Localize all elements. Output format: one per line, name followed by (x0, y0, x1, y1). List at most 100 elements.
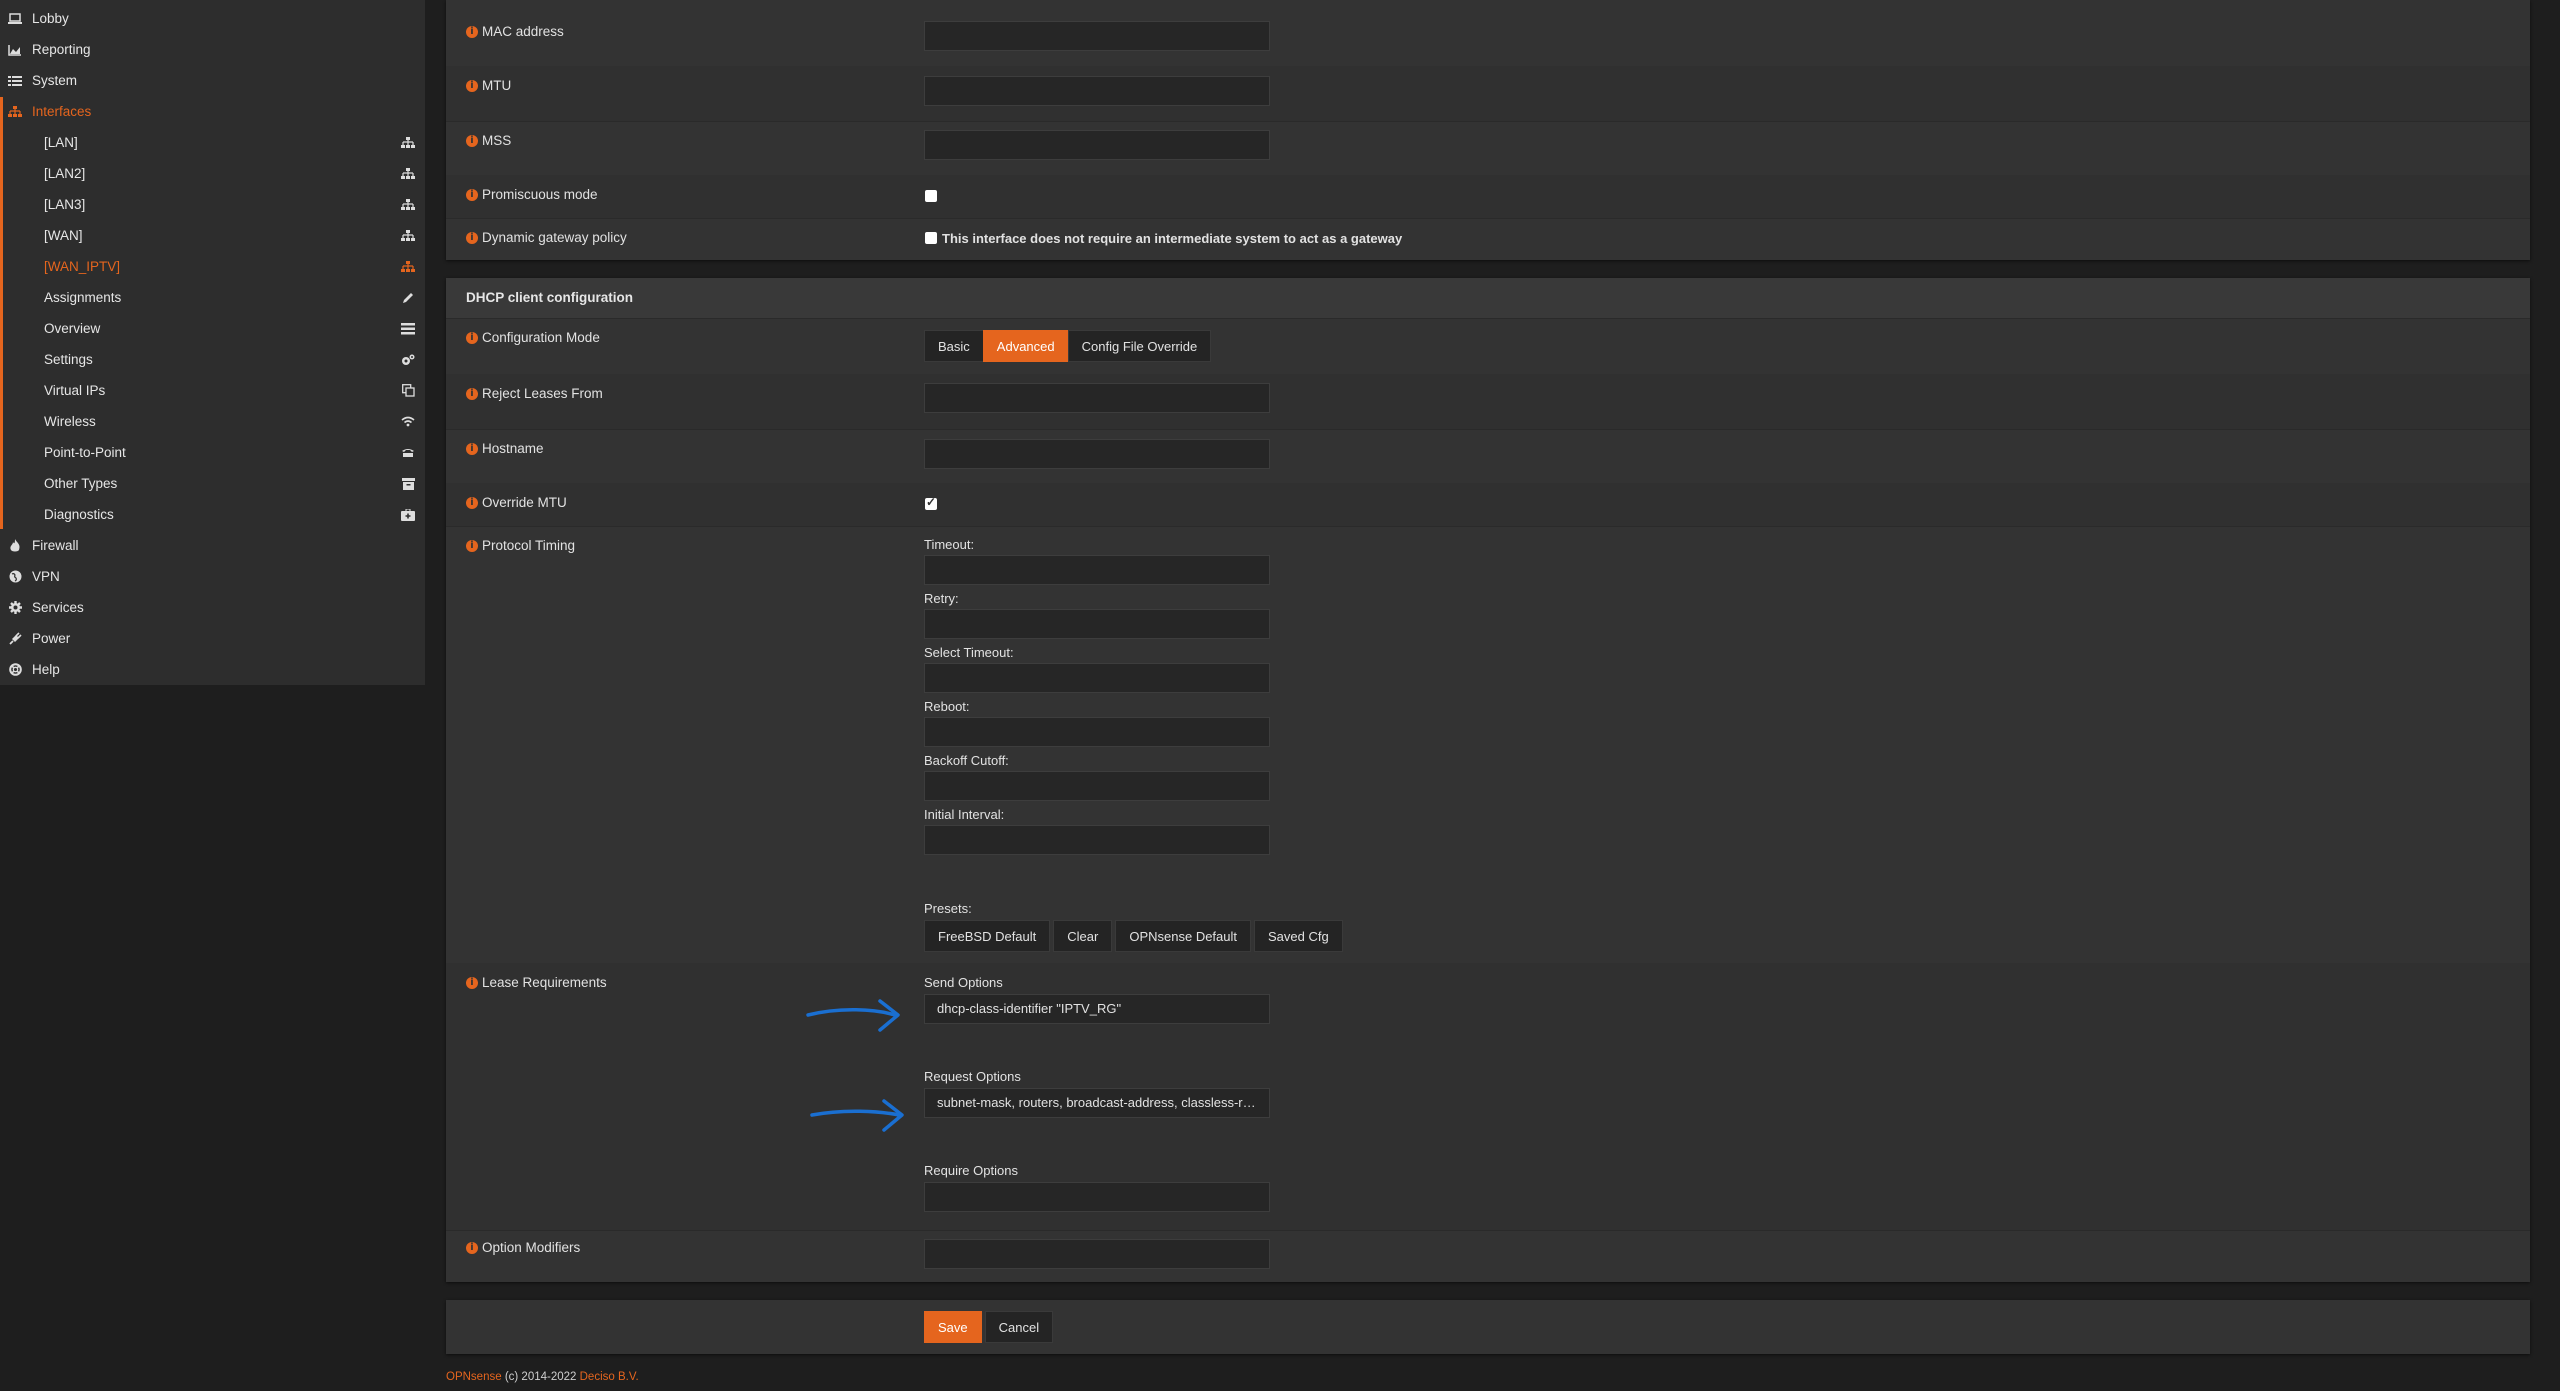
info-icon[interactable]: i (466, 539, 478, 552)
nav-vpn[interactable]: VPN (0, 561, 425, 592)
medkit-icon (398, 505, 418, 525)
promiscuous-checkbox[interactable] (925, 190, 937, 202)
preset-saved-cfg-button[interactable]: Saved Cfg (1254, 920, 1343, 952)
preset-opnsense-default-button[interactable]: OPNsense Default (1115, 920, 1252, 952)
mac-address-row: i MAC address (446, 0, 2530, 67)
footer: OPNsense (c) 2014-2022 Deciso B.V. (446, 1371, 639, 1383)
info-icon[interactable]: i (466, 188, 478, 201)
preset-freebsd-default-button[interactable]: FreeBSD Default (924, 920, 1051, 952)
promiscuous-label: i Promiscuous mode (466, 187, 598, 202)
nav-reporting[interactable]: Reporting (0, 34, 425, 65)
life-ring-icon (6, 661, 24, 679)
nav-interfaces[interactable]: Interfaces (0, 96, 425, 127)
override-mtu-checkbox[interactable] (925, 495, 937, 510)
nav-firewall[interactable]: Firewall (0, 530, 425, 561)
footer-brand-link[interactable]: OPNsense (446, 1371, 502, 1383)
info-icon[interactable]: i (466, 1241, 478, 1254)
sidebar-item-wan-iptv[interactable]: [WAN_IPTV] (0, 251, 425, 282)
mac-address-label: i MAC address (466, 24, 564, 39)
nav-system-label: System (32, 73, 78, 88)
sitemap-icon (398, 195, 418, 215)
info-icon[interactable]: i (466, 134, 478, 147)
select-timeout-input[interactable] (924, 663, 1270, 693)
sidebar-item-other-types[interactable]: Other Types (0, 468, 425, 499)
sidebar-item-overview[interactable]: Overview (0, 313, 425, 344)
info-icon[interactable]: i (466, 442, 478, 455)
sidebar-item-point-to-point[interactable]: Point-to-Point (0, 437, 425, 468)
annotation-arrow-send-options (806, 999, 900, 1032)
sidebar-item-label: Settings (44, 352, 93, 367)
request-options-input[interactable]: subnet-mask, routers, broadcast-address,… (924, 1088, 1270, 1118)
mtu-input[interactable] (924, 76, 1270, 106)
option-modifiers-input[interactable] (924, 1239, 1270, 1269)
retry-label: Retry: (924, 591, 959, 606)
reboot-label: Reboot: (924, 699, 970, 714)
mac-address-input[interactable] (924, 21, 1270, 51)
sidebar-item-wan[interactable]: [WAN] (0, 220, 425, 251)
nav-services[interactable]: Services (0, 592, 425, 623)
retry-input[interactable] (924, 609, 1270, 639)
info-icon[interactable]: i (466, 976, 478, 989)
timeout-input[interactable] (924, 555, 1270, 585)
info-icon[interactable]: i (466, 231, 478, 244)
cancel-button[interactable]: Cancel (984, 1311, 1054, 1343)
mode-basic-button[interactable]: Basic (924, 330, 984, 362)
cogs-icon (398, 350, 418, 370)
footer-company-link[interactable]: Deciso B.V. (580, 1371, 639, 1383)
sidebar-item-lan2[interactable]: [LAN2] (0, 158, 425, 189)
send-options-input[interactable]: dhcp-class-identifier "IPTV_RG" (924, 994, 1270, 1024)
nav-help[interactable]: Help (0, 654, 425, 685)
initial-interval-input[interactable] (924, 825, 1270, 855)
general-config-panel: i MAC address i MTU i MSS i Promiscuous mode… (446, 0, 2530, 260)
reject-leases-label: i Reject Leases From (466, 386, 603, 401)
sidebar-item-lan[interactable]: [LAN] (0, 127, 425, 158)
reboot-input[interactable] (924, 717, 1270, 747)
hostname-row: i Hostname (446, 429, 2530, 484)
select-timeout-label: Select Timeout: (924, 645, 1014, 660)
option-modifiers-label: i Option Modifiers (466, 1240, 580, 1255)
preset-clear-button[interactable]: Clear (1053, 920, 1113, 952)
mode-config-file-override-button[interactable]: Config File Override (1067, 330, 1212, 362)
sidebar-item-label: Point-to-Point (44, 445, 126, 460)
save-button[interactable]: Save (924, 1311, 982, 1343)
footer-copyright: (c) 2014-2022 (504, 1371, 577, 1383)
nav-vpn-label: VPN (32, 569, 60, 584)
sidebar-item-label: [LAN3] (44, 197, 86, 212)
globe-icon (6, 568, 24, 586)
info-icon[interactable]: i (466, 496, 478, 509)
pencil-icon (398, 288, 418, 308)
sidebar-item-virtual-ips[interactable]: Virtual IPs (0, 375, 425, 406)
sidebar-item-diagnostics[interactable]: Diagnostics (0, 499, 425, 530)
sidebar-item-settings[interactable]: Settings (0, 344, 425, 375)
sitemap-icon (6, 103, 24, 121)
info-icon[interactable]: i (466, 79, 478, 92)
nav-services-label: Services (32, 600, 84, 615)
backoff-cutoff-input[interactable] (924, 771, 1270, 801)
nav-system[interactable]: System (0, 65, 425, 96)
hostname-input[interactable] (924, 439, 1270, 469)
info-icon[interactable]: i (466, 25, 478, 38)
sidebar-item-label: Virtual IPs (44, 383, 106, 398)
list-icon (6, 72, 24, 90)
archive-icon (398, 474, 418, 494)
reject-leases-input[interactable] (924, 383, 1270, 413)
sidebar-item-label: [WAN_IPTV] (44, 259, 121, 274)
mtu-row: i MTU (446, 66, 2530, 122)
sidebar-item-assignments[interactable]: Assignments (0, 282, 425, 313)
annotation-arrow-request-options (810, 1099, 904, 1132)
require-options-input[interactable] (924, 1182, 1270, 1212)
info-icon[interactable]: i (466, 387, 478, 400)
dynamic-gateway-checkbox[interactable] (925, 232, 937, 244)
dhcp-section-header: DHCP client configuration (446, 278, 2530, 319)
nav-power[interactable]: Power (0, 623, 425, 654)
info-icon[interactable]: i (466, 331, 478, 344)
sidebar-item-label: [WAN] (44, 228, 83, 243)
mtu-label: i MTU (466, 78, 511, 93)
actions-panel: Save Cancel (446, 1300, 2530, 1354)
sidebar-item-lan3[interactable]: [LAN3] (0, 189, 425, 220)
dynamic-gateway-text: This interface does not require an inter… (942, 231, 1403, 246)
nav-lobby[interactable]: Lobby (0, 3, 425, 34)
sidebar-item-wireless[interactable]: Wireless (0, 406, 425, 437)
mss-input[interactable] (924, 130, 1270, 160)
mode-advanced-button[interactable]: Advanced (982, 330, 1069, 362)
